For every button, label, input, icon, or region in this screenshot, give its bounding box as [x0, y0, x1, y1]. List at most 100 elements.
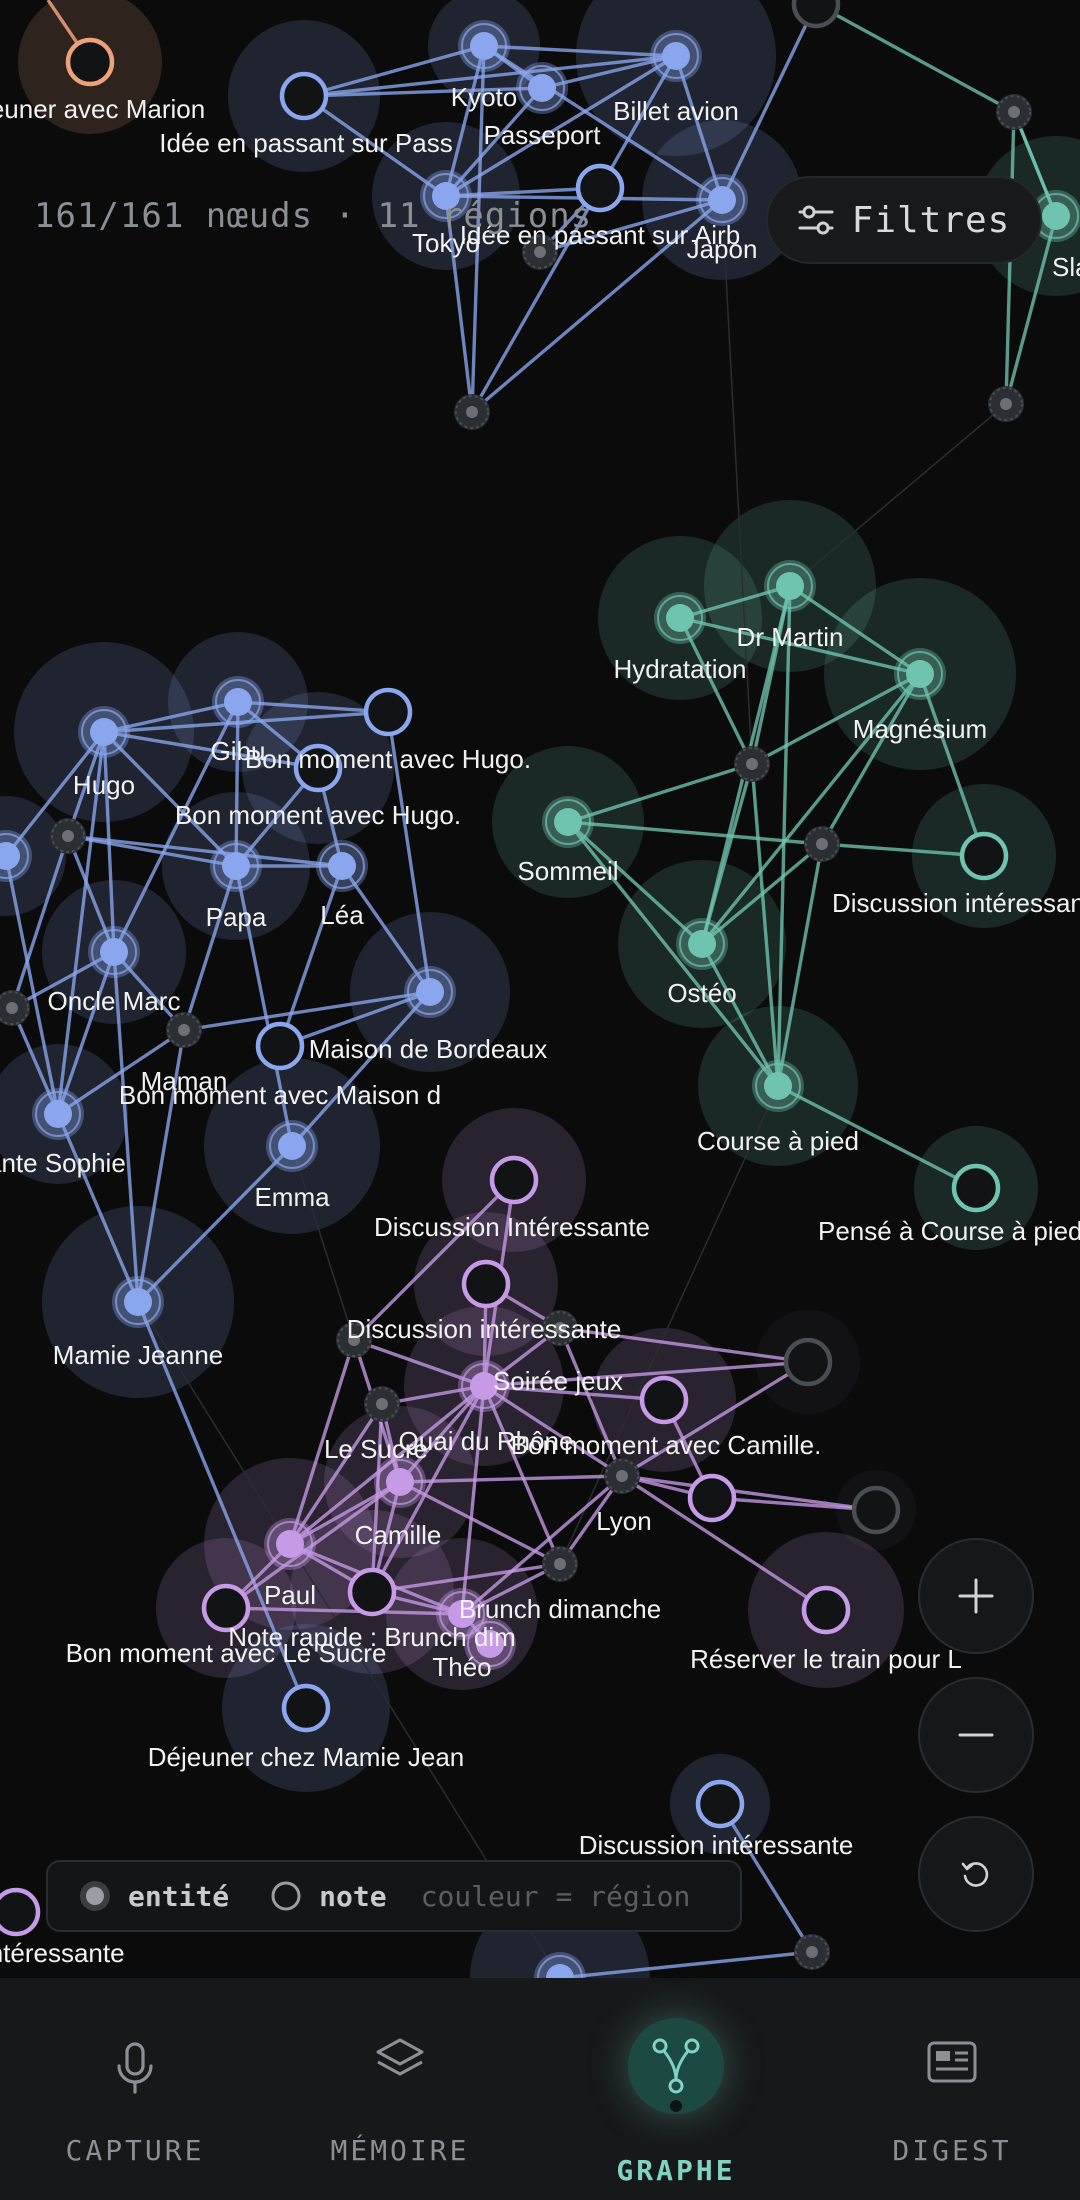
zoom-in-button[interactable] — [918, 1538, 1034, 1654]
graph-node-topring[interactable] — [791, 0, 841, 29]
node-label-idee-pass: Idée en passant sur Pass — [159, 128, 452, 158]
newspaper-icon — [927, 2041, 977, 2083]
legend-entity-label: entité — [128, 1879, 230, 1913]
graph-node-ringp[interactable] — [639, 1375, 689, 1425]
graph-node-billet[interactable] — [650, 30, 702, 82]
graph-legend: entité note couleur = région — [46, 1860, 742, 1932]
node-label-hugo: Hugo — [73, 770, 135, 800]
nav-digest-label: DIGEST — [892, 2134, 1012, 2167]
graph-node-maisonb[interactable] — [255, 1021, 305, 1071]
graph-node-hubp5[interactable] — [542, 1546, 578, 1582]
graph-node-tr3[interactable] — [988, 386, 1024, 422]
graph-node-hubbottom[interactable] — [794, 1934, 830, 1970]
graph-node-idee-pass[interactable] — [279, 71, 329, 121]
graph-node-ringgrey2[interactable] — [851, 1485, 901, 1535]
graph-node-hubtop[interactable] — [454, 394, 490, 430]
filters-button[interactable]: Filtres — [766, 176, 1042, 264]
graph-node-pense[interactable] — [951, 1163, 1001, 1213]
node-label-hydratation: Hydratation — [614, 654, 747, 684]
graph-node-bordeaux[interactable] — [404, 966, 456, 1018]
graph-node-leftpurple[interactable] — [0, 1887, 41, 1937]
node-label-bon-moment-maison: Bon moment avec Maison d — [119, 1080, 441, 1110]
node-label-tante-sophie: Tante Sophie — [0, 1148, 126, 1178]
graph-node-tante[interactable] — [32, 1088, 84, 1140]
graph-node-hubblue2[interactable] — [0, 990, 30, 1026]
graph-node-mamie[interactable] — [112, 1276, 164, 1328]
graph-node-gibu[interactable] — [212, 676, 264, 728]
graph-node-marion[interactable] — [65, 37, 115, 87]
zoom-out-button[interactable] — [918, 1677, 1034, 1793]
reset-view-button[interactable] — [918, 1816, 1034, 1932]
graph-node-lea[interactable] — [316, 840, 368, 892]
graph-node-hubblue1[interactable] — [50, 818, 86, 854]
nav-capture[interactable]: CAPTURE — [0, 1978, 270, 2200]
graph-node-hugo[interactable] — [78, 706, 130, 758]
node-label-discussion-p1: Discussion Intéressante — [374, 1212, 650, 1242]
faint-edge — [789, 403, 1007, 587]
node-label-passeport: Passeport — [483, 120, 601, 150]
graph-node-maman[interactable] — [166, 1012, 202, 1048]
graph-node-discp1[interactable] — [489, 1155, 539, 1205]
node-label-emma: Emma — [254, 1182, 330, 1212]
graph-node-course[interactable] — [752, 1060, 804, 1112]
legend-note-label: note — [319, 1879, 387, 1913]
node-label-discussion-p2: Discussion intéressante — [347, 1314, 622, 1344]
graph-node-hubteal1[interactable] — [734, 746, 770, 782]
nav-graphe[interactable]: GRAPHE — [541, 1978, 811, 2200]
node-label-papa: Papa — [206, 902, 267, 932]
graph-node-reserver[interactable] — [801, 1585, 851, 1635]
node-label-maison-bordeaux: Maison de Bordeaux — [309, 1034, 547, 1064]
graph-node-magn[interactable] — [894, 648, 946, 700]
graph-node-ringbmc[interactable] — [687, 1473, 737, 1523]
nav-digest[interactable]: DIGEST — [817, 1978, 1080, 2200]
graph-node-discp2[interactable] — [461, 1259, 511, 1309]
graph-node-onclemarc[interactable] — [88, 926, 140, 978]
nav-memoire[interactable]: MÉMOIRE — [265, 1978, 535, 2200]
node-label-soiree-jeux: Soirée jeux — [493, 1366, 623, 1396]
graph-node-kyoto[interactable] — [458, 20, 510, 72]
note-ring-icon — [271, 1881, 301, 1911]
node-label-kyoto: Kyoto — [451, 82, 518, 112]
graph-node-hydr[interactable] — [654, 592, 706, 644]
legend-color-hint: couleur = région — [420, 1879, 691, 1913]
graph-node-sommeil[interactable] — [542, 796, 594, 848]
nav-capture-label: CAPTURE — [65, 2134, 205, 2167]
node-label-japon: Japon — [687, 234, 758, 264]
minus-icon — [958, 1733, 994, 1737]
node-label-interessante-left: Discussion intéressante — [0, 1938, 125, 1968]
graph-node-discbottom[interactable] — [695, 1779, 745, 1829]
node-label-course: Course à pied — [697, 1126, 859, 1156]
graph-node-hubteal2[interactable] — [804, 826, 840, 862]
graph-node-dejmamie[interactable] — [281, 1683, 331, 1733]
node-label-slack: Slack — [1052, 252, 1080, 282]
node-label-oncle-marc: Oncle Marc — [48, 986, 181, 1016]
graph-node-bmh1[interactable] — [363, 687, 413, 737]
entity-dot-icon — [80, 1881, 110, 1911]
node-label-osteo: Ostéo — [667, 978, 736, 1008]
graph-icon — [652, 2038, 700, 2094]
graph-node-hubp3[interactable] — [364, 1386, 400, 1422]
graph-node-osteo[interactable] — [676, 918, 728, 970]
graph-node-hubp4[interactable] — [604, 1458, 640, 1494]
microphone-icon — [117, 2042, 153, 2094]
knowledge-graph-canvas[interactable]: Déjeuner avec Marion Idée en passant sur … — [0, 0, 1080, 1978]
graph-node-ringgrey[interactable] — [783, 1337, 833, 1387]
graph-edge — [815, 2, 1015, 114]
node-label-brunch: Brunch dimanche — [459, 1594, 661, 1624]
graph-node-drmartin[interactable] — [764, 560, 816, 612]
graph-node-passeport[interactable] — [516, 62, 568, 114]
graph-node-japon[interactable] — [696, 174, 748, 226]
node-label-bon-moment-hugo-1: Bon moment avec Hugo. — [245, 744, 531, 774]
node-label-dejeuner-marion: Déjeuner avec Marion — [0, 94, 205, 124]
graph-node-emma[interactable] — [266, 1120, 318, 1172]
node-label-camille: Camille — [355, 1520, 442, 1550]
graph-node-tr1[interactable] — [996, 94, 1032, 130]
node-label-magnesium: Magnésium — [853, 714, 987, 744]
graph-node-papa[interactable] — [210, 840, 262, 892]
node-label-dejeuner-mamie: Déjeuner chez Mamie Jean — [148, 1742, 465, 1772]
graph-node-camille[interactable] — [347, 1567, 397, 1617]
node-label-discussion-teal: Discussion intéressante — [832, 888, 1080, 918]
graph-node-paul[interactable] — [264, 1518, 316, 1570]
node-label-billet-avion: Billet avion — [613, 96, 739, 126]
graph-node-discteal[interactable] — [959, 831, 1009, 881]
